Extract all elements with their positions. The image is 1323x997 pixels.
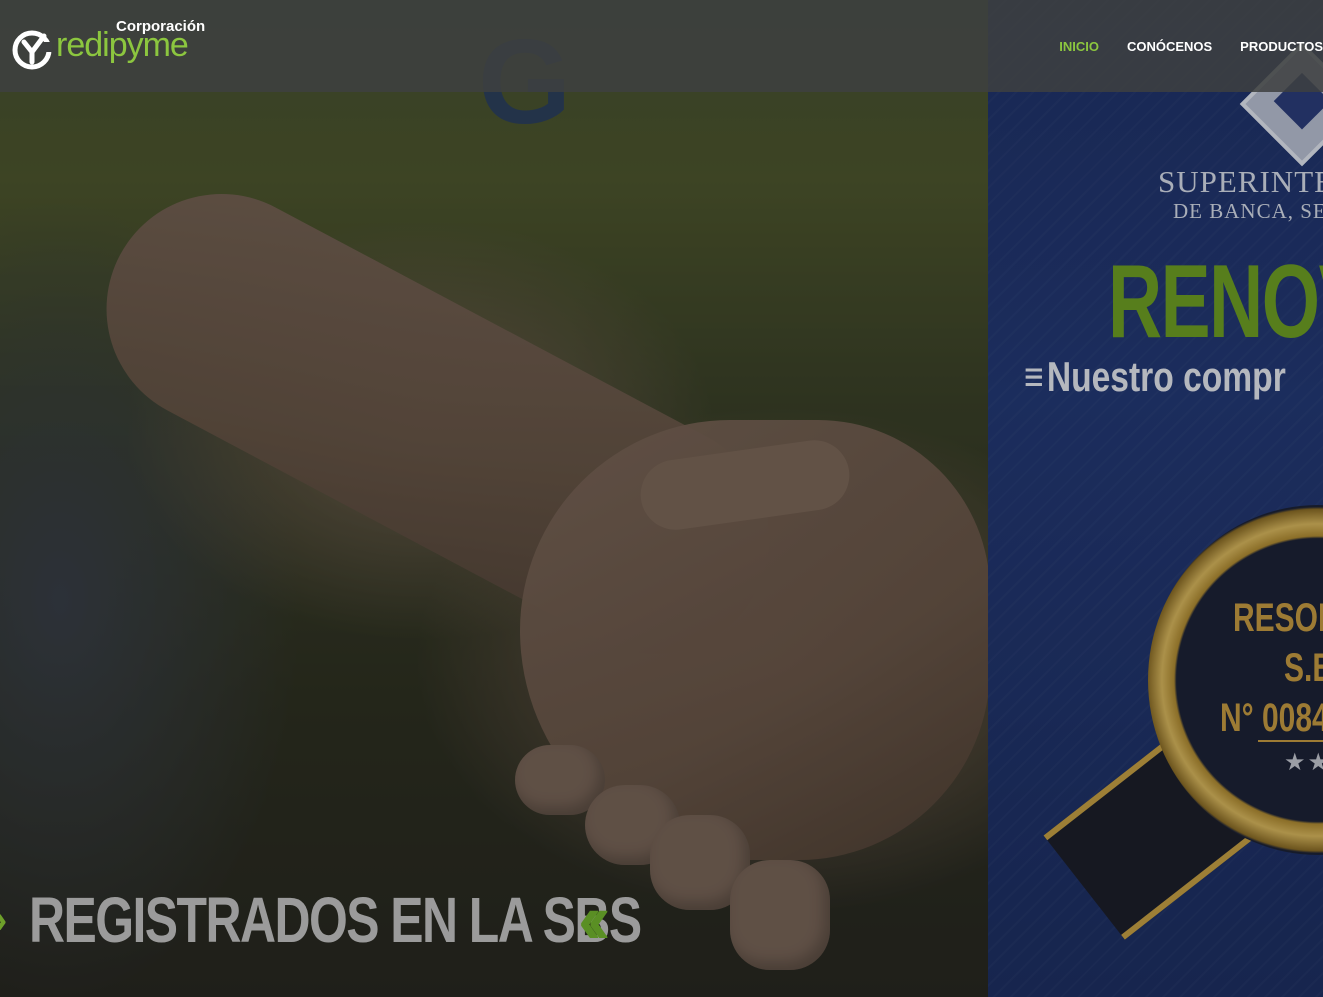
- nav-item-inicio[interactable]: INICIO: [1059, 39, 1099, 54]
- panel-overlay: [988, 0, 1323, 997]
- page: G › REGISTRADOS EN LA SBS ‹‹ SUPERINTE D…: [0, 0, 1323, 997]
- brand-logo[interactable]: Corporación redipyme: [10, 16, 205, 72]
- hero-overlay: [0, 0, 988, 997]
- hero-slogan: › REGISTRADOS EN LA SBS ‹‹: [0, 880, 813, 960]
- hero-sbs-panel: SUPERINTE DE BANCA, SE RENOV ≡Nuestro co…: [988, 0, 1323, 997]
- hero-image-handshake: G › REGISTRADOS EN LA SBS ‹‹: [0, 0, 988, 997]
- nav-item-productos[interactable]: PRODUCTOS: [1240, 39, 1323, 54]
- double-chevron-left-icon: ‹‹: [578, 880, 610, 958]
- main-nav: INICIO CONÓCENOS PRODUCTOS: [1031, 0, 1323, 92]
- top-navbar: Corporación redipyme INICIO CONÓCENOS PR…: [0, 0, 1323, 92]
- nav-item-conocenos[interactable]: CONÓCENOS: [1127, 39, 1212, 54]
- brand-name: redipyme: [56, 26, 189, 64]
- redipyme-logo-icon: [10, 28, 54, 72]
- hero-slogan-text: REGISTRADOS EN LA SBS: [29, 884, 642, 956]
- chevron-right-icon: ›: [0, 898, 7, 943]
